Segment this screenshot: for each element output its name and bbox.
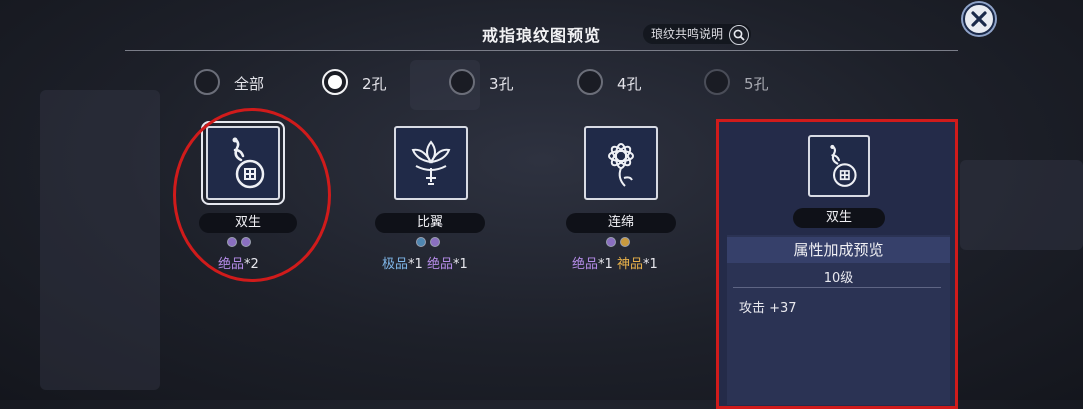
- filter-label: 3孔: [489, 75, 514, 93]
- gold-gem-icon: [620, 237, 630, 247]
- lotus-emblem-icon[interactable]: [394, 126, 468, 200]
- quality-label: 神品: [616, 257, 643, 272]
- help-label: 琅纹共鸣说明: [651, 27, 724, 41]
- attack-stat: 攻击 +37: [739, 301, 797, 316]
- radio-button[interactable]: [577, 69, 603, 95]
- quality-count: *1: [408, 257, 423, 272]
- pattern-name: 比翼: [375, 213, 485, 233]
- divider: [733, 287, 941, 288]
- pattern-name: 连绵: [566, 213, 676, 233]
- quality-label: 绝品: [426, 257, 453, 272]
- filter-label: 全部: [234, 75, 265, 93]
- filter-label: 5孔: [744, 75, 769, 93]
- hole-filter-group: 全部 2孔 3孔 4孔 5孔: [0, 68, 1083, 98]
- quality-label: 极品: [382, 257, 409, 272]
- filter-label: 4孔: [617, 75, 642, 93]
- quality-requirements: 绝品*1 神品*1: [572, 253, 658, 272]
- page-title: 戒指琅纹图预览: [481, 26, 601, 45]
- quality-requirements: 极品*1 绝品*1: [382, 253, 468, 272]
- radio-button[interactable]: [449, 69, 475, 95]
- section-title: 属性加成预览: [727, 237, 950, 263]
- blue-gem-icon: [416, 237, 426, 247]
- quality-count: *1: [642, 257, 658, 272]
- quality-label: 绝品: [572, 257, 599, 272]
- search-icon: [729, 25, 750, 45]
- preview-pattern-name: 双生: [793, 208, 885, 228]
- attribute-preview-panel: 双生 属性加成预览 10级 攻击 +37: [716, 119, 958, 409]
- gourd-emblem-icon: [808, 135, 870, 197]
- flower-emblem-icon[interactable]: [584, 126, 658, 200]
- close-button[interactable]: [963, 3, 995, 35]
- quality-count: *1: [598, 257, 613, 272]
- filter-label: 2孔: [362, 75, 387, 93]
- highlight-circle: [173, 108, 331, 282]
- gem-slots: [606, 237, 630, 249]
- radio-button[interactable]: [704, 69, 730, 95]
- gem-slots: [416, 237, 440, 249]
- resonance-help-button[interactable]: 琅纹共鸣说明: [643, 24, 752, 45]
- background-panel: [40, 90, 160, 390]
- purple-gem-icon: [430, 237, 440, 247]
- header: 戒指琅纹图预览 琅纹共鸣说明: [125, 0, 958, 51]
- purple-gem-icon: [606, 237, 616, 247]
- attribute-bonus-section: 属性加成预览 10级 攻击 +37: [727, 235, 950, 405]
- background-panel: [960, 160, 1083, 250]
- quality-count: *1: [452, 257, 468, 272]
- level-label: 10级: [823, 271, 854, 286]
- radio-button-selected[interactable]: [322, 69, 348, 95]
- close-icon: [971, 11, 987, 27]
- radio-button[interactable]: [194, 69, 220, 95]
